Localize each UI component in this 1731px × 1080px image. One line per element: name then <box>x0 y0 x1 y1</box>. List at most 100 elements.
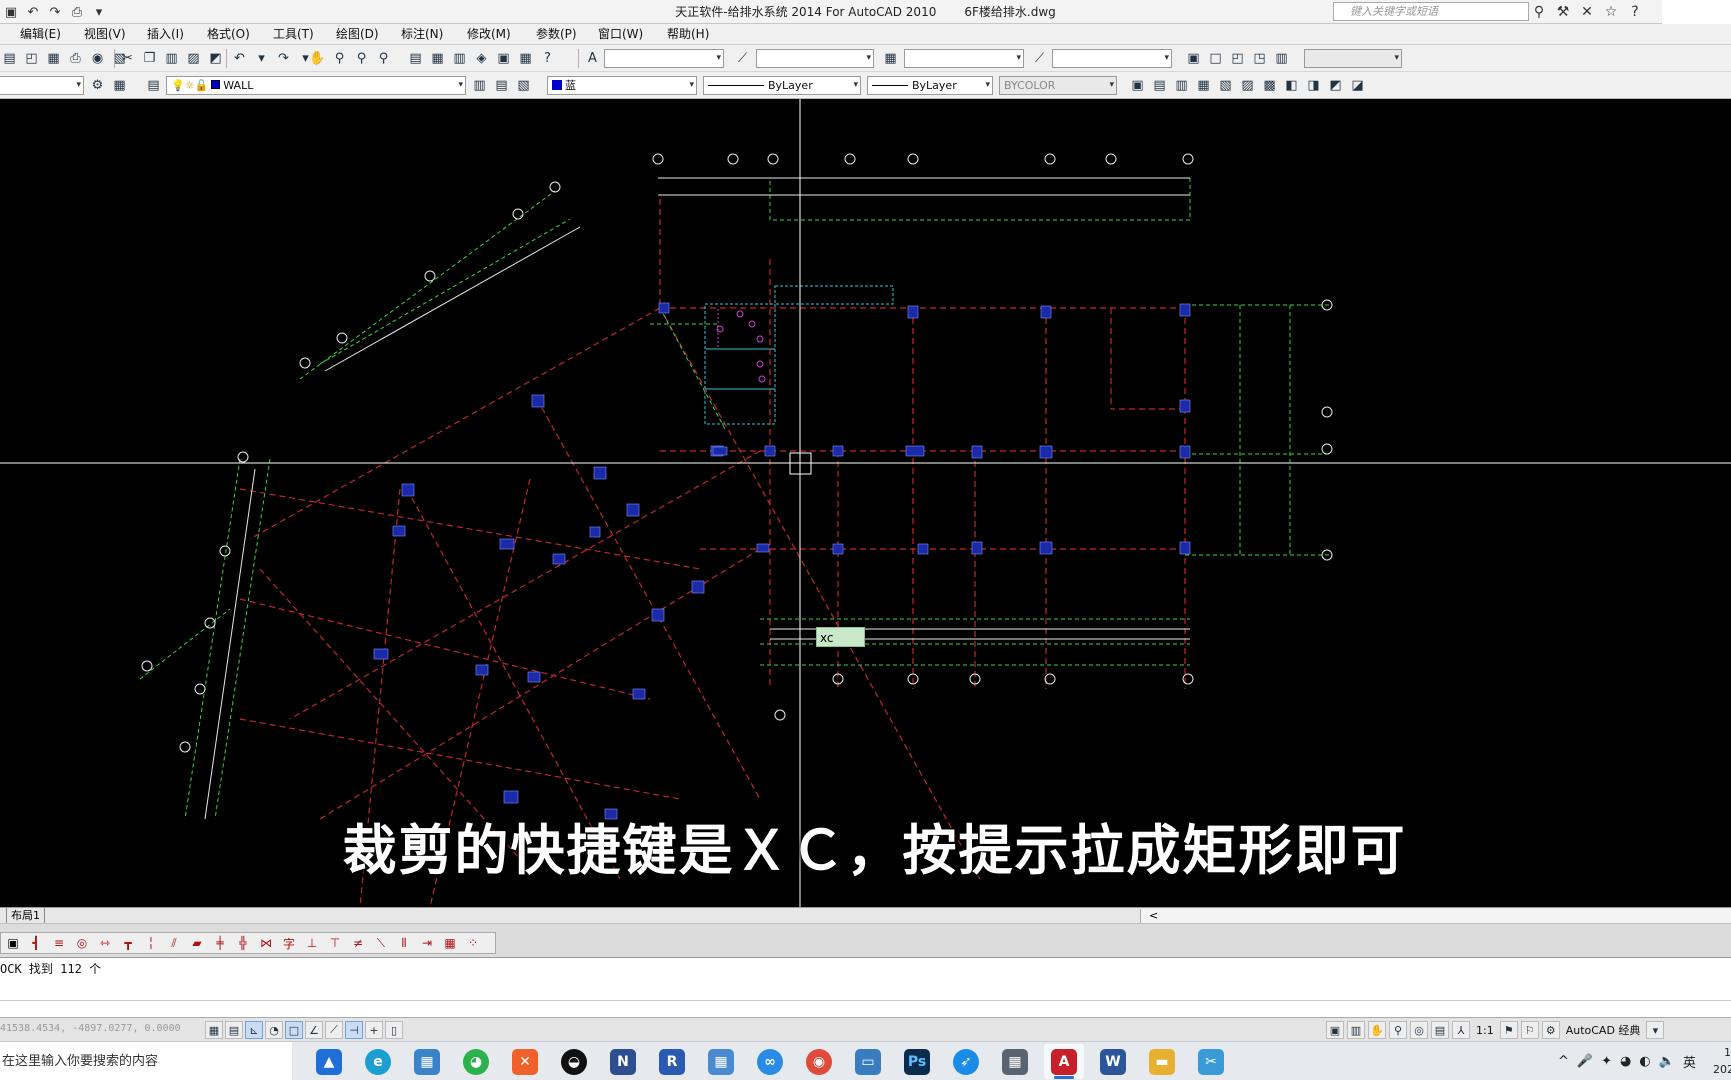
taskbar-search-input[interactable]: 在这里输入你要搜索的内容 <box>0 1042 292 1080</box>
zoom-icon[interactable]: ⚲ <box>1389 1021 1407 1039</box>
qp-toggle-icon[interactable]: ▯ <box>385 1021 403 1039</box>
tool-a-icon[interactable]: ▣ <box>1128 76 1147 95</box>
binoculars-icon[interactable]: ⚲ <box>1530 3 1548 21</box>
dimension-style-icon[interactable]: ⟋ <box>733 49 752 68</box>
cut-icon[interactable]: ✂ <box>118 49 137 68</box>
cross-icon[interactable]: ╪ <box>210 934 230 953</box>
calculator-icon[interactable]: ▦ <box>516 49 535 68</box>
slope-icon[interactable]: ⫽ <box>164 934 184 953</box>
wrench-icon[interactable]: ⚒ <box>1554 3 1572 21</box>
annotation-scale-icon[interactable]: ⅄ <box>1452 1021 1470 1039</box>
sheet-set-icon[interactable]: ◈ <box>472 49 491 68</box>
taskbar-app-snip[interactable]: ✂ <box>1191 1044 1231 1079</box>
help-icon[interactable]: ? <box>1626 3 1644 21</box>
taskbar-app-baidu[interactable]: ∞ <box>750 1044 790 1079</box>
layer-manager-icon[interactable]: ▦ <box>110 76 129 95</box>
taskbar-app-tianzheng[interactable]: ▦ <box>407 1044 447 1079</box>
menu-tools[interactable]: 工具(T) <box>273 24 314 45</box>
fitting-icon[interactable]: ╬ <box>233 934 253 953</box>
undo-icon[interactable]: ↶ <box>24 3 42 21</box>
taskbar-app-feishu[interactable]: ➶ <box>946 1044 986 1079</box>
table-style-icon[interactable]: ▦ <box>881 49 900 68</box>
properties-icon[interactable]: ▤ <box>406 49 425 68</box>
leader-icon[interactable]: ⊤ <box>325 934 345 953</box>
scroll-left-icon[interactable]: < <box>1149 909 1158 922</box>
grid-icon[interactable]: ▦ <box>440 934 460 953</box>
make-current-icon[interactable]: ▥ <box>470 76 489 95</box>
help-icon[interactable]: ? <box>538 49 557 68</box>
taskbar-app-qq[interactable]: ◒ <box>554 1044 594 1079</box>
multileader-style-select[interactable]: ▾ <box>1052 49 1172 68</box>
command-line[interactable]: OCK 找到 112 个 <box>0 957 1731 1017</box>
text-icon[interactable]: 字 <box>279 934 299 953</box>
tool-palettes-icon[interactable]: ▥ <box>450 49 469 68</box>
linetype-select[interactable]: ByLayer ▾ <box>703 76 861 95</box>
offset-icon[interactable]: ≠ <box>348 934 368 953</box>
zoom-realtime-icon[interactable]: ⚲ <box>330 49 349 68</box>
workspace-name[interactable]: AutoCAD 经典 <box>1563 1022 1644 1038</box>
connect-icon[interactable]: ⇿ <box>95 934 115 953</box>
taskbar-app-r[interactable]: R <box>652 1044 692 1079</box>
horizontal-scrollbar[interactable]: < <box>1140 909 1731 923</box>
riser-icon[interactable]: ≡ <box>49 934 69 953</box>
tool-i-icon[interactable]: ◨ <box>1304 76 1323 95</box>
pan-icon[interactable]: ✋ <box>1368 1021 1386 1039</box>
polar-toggle-icon[interactable]: ◔ <box>265 1021 283 1039</box>
diagonal-icon[interactable]: ⟍ <box>371 934 391 953</box>
clip-viewport-icon[interactable]: ▥ <box>1272 49 1291 68</box>
osnap-toggle-icon[interactable]: □ <box>285 1021 303 1039</box>
new-icon[interactable]: ▤ <box>0 49 19 68</box>
pipe-icon[interactable]: ┫ <box>26 934 46 953</box>
network-icon[interactable]: ◐ <box>1639 1054 1650 1069</box>
wechat-tray-icon[interactable]: ◕ <box>1620 1054 1631 1069</box>
multileader-style-icon[interactable]: ⟋ <box>1030 49 1049 68</box>
dimension-style-select[interactable]: ▾ <box>756 49 874 68</box>
menu-insert[interactable]: 插入(I) <box>147 24 184 45</box>
tool-c-icon[interactable]: ▥ <box>1172 76 1191 95</box>
chevron-up-icon[interactable]: ^ <box>1558 1054 1569 1069</box>
taskbar-app-photoshop[interactable]: Ps <box>897 1044 937 1079</box>
taskbar-app-calc[interactable]: ▭ <box>848 1044 888 1079</box>
volume-icon[interactable]: 🔈 <box>1659 1054 1675 1069</box>
dyn-toggle-icon[interactable]: ⊣ <box>345 1021 363 1039</box>
plot-icon[interactable]: ⎙ <box>66 49 85 68</box>
menu-view[interactable]: 视图(V) <box>84 24 126 45</box>
help-search-input[interactable]: 键入关键字或短语 <box>1333 2 1529 21</box>
tee-icon[interactable]: ┳ <box>118 934 138 953</box>
polygon-viewport-icon[interactable]: ◰ <box>1228 49 1247 68</box>
taskbar-app-calculator[interactable]: ▦ <box>995 1044 1035 1079</box>
array-icon[interactable]: ⫴ <box>394 934 414 953</box>
menu-format[interactable]: 格式(O) <box>207 24 250 45</box>
mirror-icon[interactable]: ⋈ <box>256 934 276 953</box>
cut-pipe-icon[interactable]: ▰ <box>187 934 207 953</box>
ducs-toggle-icon[interactable]: ⟋ <box>325 1021 343 1039</box>
preview-icon[interactable]: ◉ <box>88 49 107 68</box>
match-properties-icon[interactable]: ▨ <box>184 49 203 68</box>
showmotion-icon[interactable]: ▤ <box>1431 1021 1449 1039</box>
menu-dimension[interactable]: 标注(N) <box>401 24 443 45</box>
gear-icon[interactable]: ⚙ <box>88 76 107 95</box>
undo-dropdown-icon[interactable]: ▾ <box>252 49 271 68</box>
layer-select[interactable]: 💡☼🔓 WALL ▾ <box>166 76 466 95</box>
drawing-area[interactable]: xc ▷ X <box>0 99 1731 907</box>
viewport-dialog-icon[interactable]: ▣ <box>1184 49 1203 68</box>
tool-d-icon[interactable]: ▦ <box>1194 76 1213 95</box>
workspace-select[interactable]: ▾ <box>0 76 84 95</box>
taskbar-app-n[interactable]: N <box>603 1044 643 1079</box>
grid-toggle-icon[interactable]: ▤ <box>225 1021 243 1039</box>
lwt-toggle-icon[interactable]: + <box>365 1021 383 1039</box>
redo-icon[interactable]: ↷ <box>46 3 64 21</box>
valve-icon[interactable]: ◎ <box>72 934 92 953</box>
taskbar-app-edge[interactable]: e <box>358 1044 398 1079</box>
text-style-icon[interactable]: A <box>583 49 602 68</box>
otrack-toggle-icon[interactable]: ∠ <box>305 1021 323 1039</box>
steering-wheel-icon[interactable]: ◎ <box>1410 1021 1428 1039</box>
taskbar-app-xmind[interactable]: ✕ <box>505 1044 545 1079</box>
ortho-toggle-icon[interactable]: ⊾ <box>245 1021 263 1039</box>
tool-h-icon[interactable]: ◧ <box>1282 76 1301 95</box>
redo-icon[interactable]: ↷ <box>274 49 293 68</box>
layer-previous-icon[interactable]: ▤ <box>492 76 511 95</box>
layer-properties-icon[interactable]: ▤ <box>144 76 163 95</box>
dynamic-input-box[interactable]: xc <box>816 627 865 647</box>
print-icon[interactable]: ⎙ <box>68 3 86 21</box>
